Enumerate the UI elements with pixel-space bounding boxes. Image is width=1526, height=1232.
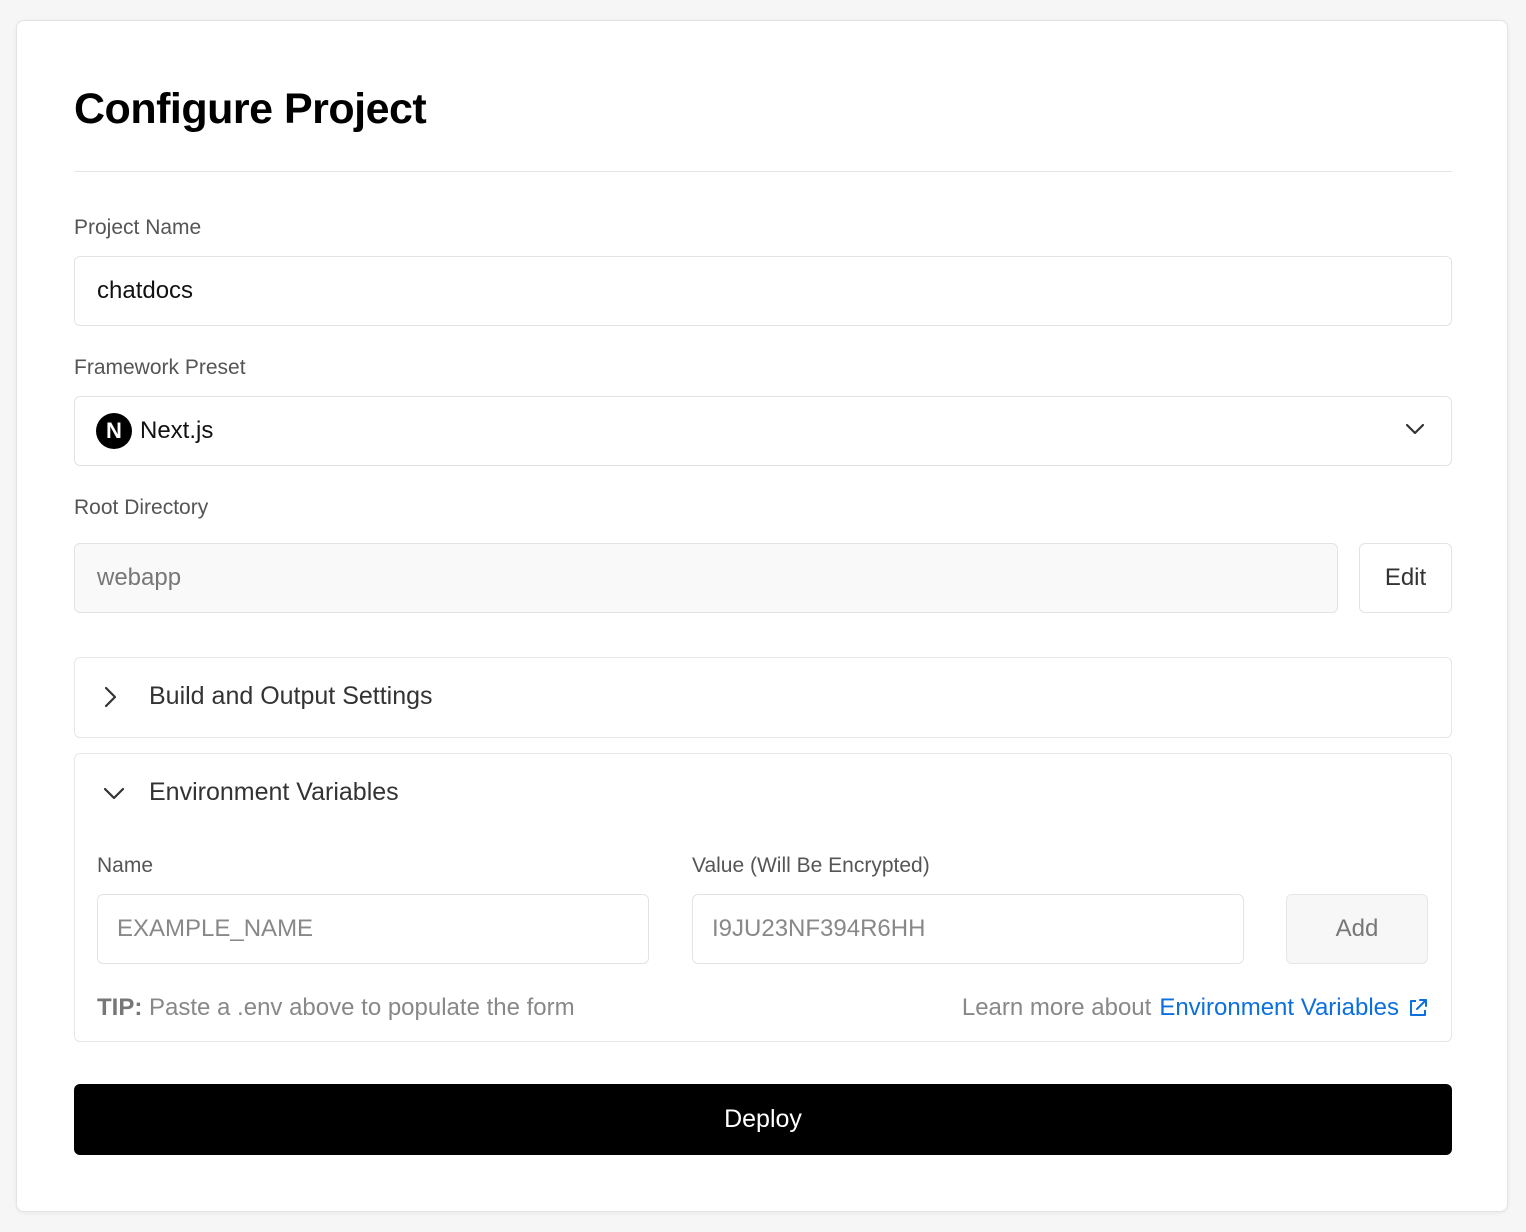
configure-project-card: Configure Project Project Name Framework…: [16, 20, 1508, 1212]
project-name-input[interactable]: [97, 257, 1451, 325]
framework-preset-select[interactable]: N Next.js: [74, 396, 1452, 466]
env-name-field[interactable]: [97, 894, 649, 964]
env-name-input[interactable]: [117, 895, 648, 963]
env-name-label: Name: [97, 854, 154, 877]
root-directory-label: Root Directory: [74, 496, 209, 519]
framework-preset-value: Next.js: [140, 417, 214, 444]
build-output-settings-label: Build and Output Settings: [149, 682, 433, 710]
deploy-button[interactable]: Deploy: [74, 1084, 1452, 1155]
env-learn-more: Learn more about Environment Variables: [962, 994, 1429, 1022]
chevron-right-icon: [104, 686, 117, 707]
project-name-label: Project Name: [74, 216, 202, 239]
title-divider: [74, 171, 1452, 172]
build-output-settings-section[interactable]: Build and Output Settings: [74, 657, 1452, 738]
nextjs-logo-icon: N: [96, 413, 132, 449]
framework-preset-label: Framework Preset: [74, 356, 246, 379]
environment-variables-header[interactable]: Environment Variables: [103, 778, 399, 807]
env-value-label: Value (Will Be Encrypted): [692, 854, 930, 877]
env-tip: TIP: Paste a .env above to populate the …: [97, 994, 575, 1022]
external-link-icon[interactable]: [1407, 997, 1429, 1019]
chevron-down-icon: [103, 787, 125, 799]
root-directory-edit-button[interactable]: Edit: [1359, 543, 1452, 613]
root-directory-field: webapp: [74, 543, 1338, 613]
env-value-input[interactable]: [712, 895, 1243, 963]
env-tip-bold: TIP:: [97, 994, 143, 1021]
env-docs-link[interactable]: Environment Variables: [1159, 994, 1399, 1022]
env-learn-prefix: Learn more about: [961, 994, 1152, 1021]
environment-variables-section: Environment Variables Name Value (Will B…: [74, 753, 1452, 1042]
project-name-field[interactable]: [74, 256, 1452, 326]
root-directory-value: webapp: [97, 564, 182, 591]
env-add-button[interactable]: Add: [1286, 894, 1428, 964]
env-tip-text: Paste a .env above to populate the form: [149, 994, 575, 1021]
page-title: Configure Project: [74, 85, 427, 133]
build-output-settings-header[interactable]: Build and Output Settings: [103, 682, 433, 711]
environment-variables-label: Environment Variables: [149, 778, 399, 806]
chevron-down-icon: [1405, 423, 1425, 435]
env-value-field[interactable]: [692, 894, 1244, 964]
